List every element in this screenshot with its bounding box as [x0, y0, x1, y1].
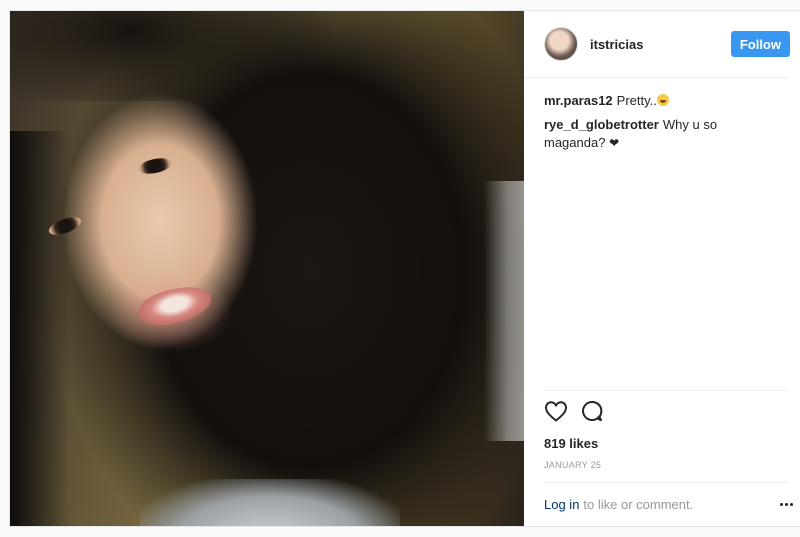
comment-item: mr.paras12 Pretty..: [544, 92, 780, 110]
likes-count[interactable]: 819 likes: [524, 430, 800, 452]
photo-detail: [136, 155, 174, 177]
login-link[interactable]: Log in: [544, 497, 579, 512]
comment-icon[interactable]: [580, 399, 604, 423]
comment-text: Pretty..: [616, 93, 657, 108]
post-card: itstricias Follow mr.paras12 Pretty.. rye…: [9, 10, 800, 527]
avatar[interactable]: [544, 27, 578, 61]
login-footer: Log in to like or comment.: [544, 482, 793, 526]
photo-detail: [134, 280, 216, 332]
follow-button[interactable]: Follow: [730, 31, 790, 57]
comment-author-link[interactable]: rye_d_globetrotter: [544, 117, 659, 132]
photo-detail: [10, 11, 330, 101]
photo-detail: [140, 479, 400, 526]
action-bar: [544, 390, 788, 430]
black-heart-icon: ❤: [609, 136, 620, 150]
photo-detail: [484, 181, 524, 441]
post-photo[interactable]: [10, 11, 524, 526]
photo-detail: [10, 131, 70, 526]
heart-icon[interactable]: [544, 399, 568, 423]
grinning-squinting-face-icon: [656, 94, 669, 106]
post-header: itstricias Follow: [524, 11, 790, 78]
comment-item: rye_d_globetrotter Why u so maganda? ❤: [544, 116, 780, 152]
comments-list: mr.paras12 Pretty.. rye_d_globetrotter Why…: [524, 78, 800, 390]
login-prompt: to like or comment.: [583, 497, 694, 512]
post-date[interactable]: JANUARY 25: [524, 452, 800, 482]
more-options-icon[interactable]: [778, 503, 794, 506]
post-sidebar: itstricias Follow mr.paras12 Pretty.. rye…: [524, 11, 800, 526]
username-link[interactable]: itstricias: [590, 37, 731, 52]
comment-author-link[interactable]: mr.paras12: [544, 93, 613, 108]
